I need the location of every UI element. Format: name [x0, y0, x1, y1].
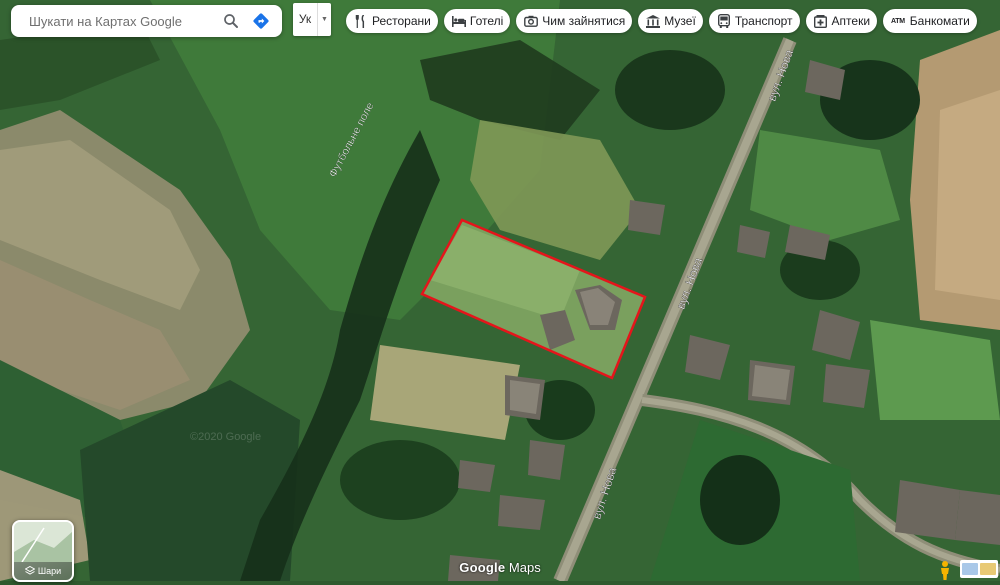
chip-restaurants[interactable]: Ресторани — [346, 9, 438, 33]
chip-museums[interactable]: Музеї — [638, 9, 703, 33]
chip-atms[interactable]: ATM Банкомати — [883, 9, 977, 33]
imagery-toggle[interactable] — [960, 560, 998, 578]
layers-icon — [24, 566, 35, 575]
map-thumbnail-icon — [14, 522, 72, 562]
bus-icon — [717, 14, 731, 28]
atm-icon: ATM — [891, 17, 905, 25]
chip-pharmacies[interactable]: Аптеки — [805, 9, 878, 33]
chip-transport-label: Транспорт — [734, 14, 793, 28]
directions-icon — [253, 13, 269, 29]
camera-icon — [524, 14, 539, 28]
satellite-map[interactable]: Футбольне поле вул. Нова вул. Нова вул. … — [0, 0, 1000, 581]
chip-museums-label: Музеї — [664, 14, 696, 28]
category-chips: Ресторани Готелі Чим зайнятися Музеї Тра… — [346, 9, 977, 33]
fork-knife-icon — [354, 14, 368, 28]
pharmacy-icon — [814, 14, 828, 28]
search-box — [11, 5, 282, 37]
layers-label: Шари — [37, 566, 62, 576]
directions-button[interactable] — [246, 6, 276, 36]
chip-things-to-do[interactable]: Чим зайнятися — [516, 9, 633, 33]
language-label: Ук — [293, 3, 318, 36]
terrain-imagery-icon — [980, 563, 996, 575]
chip-things-to-do-label: Чим зайнятися — [542, 14, 626, 28]
chip-atms-label: Банкомати — [909, 14, 970, 28]
layers-label-bar: Шари — [14, 562, 72, 580]
search-icon — [224, 14, 238, 28]
chip-hotels[interactable]: Готелі — [443, 9, 511, 33]
chip-pharmacies-label: Аптеки — [831, 14, 871, 28]
chip-hotels-label: Готелі — [469, 14, 504, 28]
search-input[interactable] — [27, 12, 216, 30]
layers-button[interactable]: Шари — [12, 520, 74, 582]
map-imagery-icon — [962, 563, 978, 575]
chip-transport[interactable]: Транспорт — [708, 9, 800, 33]
chip-restaurants-label: Ресторани — [372, 14, 431, 28]
chevron-down-icon: ▼ — [321, 16, 328, 23]
museum-icon — [646, 14, 661, 28]
pegman-icon — [941, 561, 949, 580]
search-button[interactable] — [216, 6, 246, 36]
faint-copyright-label: ©2020 Google — [190, 431, 261, 443]
street-view-pegman[interactable] — [935, 560, 955, 580]
language-selector[interactable]: Ук ▼ — [293, 3, 331, 36]
bed-icon — [451, 14, 466, 28]
